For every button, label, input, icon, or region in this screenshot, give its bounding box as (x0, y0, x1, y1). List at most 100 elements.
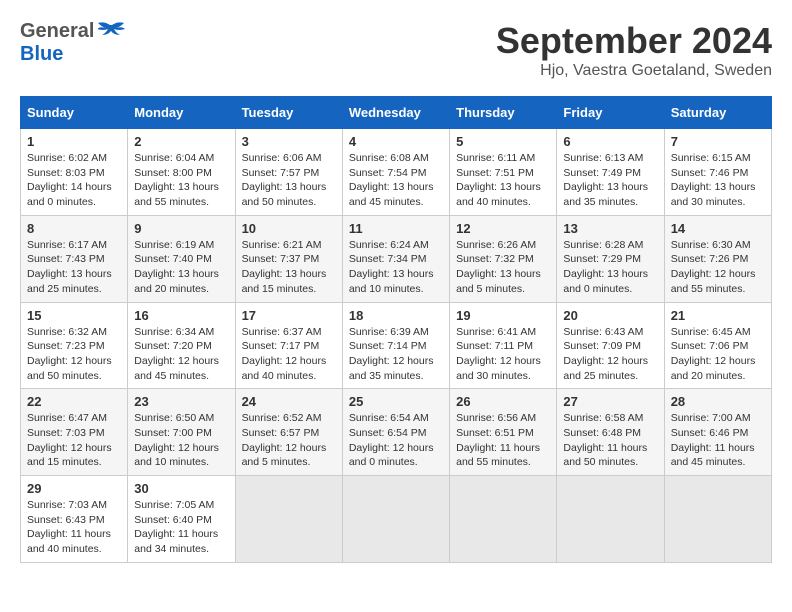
day-info: Sunrise: 6:32 AMSunset: 7:23 PMDaylight:… (27, 325, 121, 384)
month-title: September 2024 (496, 20, 772, 62)
calendar-day-cell: 8 Sunrise: 6:17 AMSunset: 7:43 PMDaylight… (21, 215, 128, 302)
calendar-day-cell: 2 Sunrise: 6:04 AMSunset: 8:00 PMDaylight… (128, 129, 235, 216)
calendar-day-cell: 19 Sunrise: 6:41 AMSunset: 7:11 PMDayligh… (450, 302, 557, 389)
day-number: 17 (242, 308, 336, 323)
calendar-day-cell: 21 Sunrise: 6:45 AMSunset: 7:06 PMDayligh… (664, 302, 771, 389)
empty-cell (342, 476, 449, 563)
day-info: Sunrise: 6:30 AMSunset: 7:26 PMDaylight:… (671, 238, 765, 297)
day-info: Sunrise: 6:21 AMSunset: 7:37 PMDaylight:… (242, 238, 336, 297)
day-info: Sunrise: 7:03 AMSunset: 6:43 PMDaylight:… (27, 498, 121, 557)
calendar-day-cell: 5 Sunrise: 6:11 AMSunset: 7:51 PMDaylight… (450, 129, 557, 216)
day-number: 27 (563, 394, 657, 409)
day-number: 12 (456, 221, 550, 236)
day-info: Sunrise: 7:00 AMSunset: 6:46 PMDaylight:… (671, 411, 765, 470)
calendar-day-cell: 13 Sunrise: 6:28 AMSunset: 7:29 PMDayligh… (557, 215, 664, 302)
day-number: 4 (349, 134, 443, 149)
day-info: Sunrise: 6:13 AMSunset: 7:49 PMDaylight:… (563, 151, 657, 210)
calendar-table: SundayMondayTuesdayWednesdayThursdayFrid… (20, 96, 772, 563)
day-number: 14 (671, 221, 765, 236)
weekday-header-tuesday: Tuesday (235, 97, 342, 129)
calendar-day-cell: 11Sunrise: 6:24 AMSunset: 7:34 PMDayligh… (342, 215, 449, 302)
calendar-day-cell: 18 Sunrise: 6:39 AMSunset: 7:14 PMDayligh… (342, 302, 449, 389)
day-number: 28 (671, 394, 765, 409)
calendar-day-cell: 26 Sunrise: 6:56 AMSunset: 6:51 PMDayligh… (450, 389, 557, 476)
calendar-day-cell: 20 Sunrise: 6:43 AMSunset: 7:09 PMDayligh… (557, 302, 664, 389)
calendar-week-row: 8 Sunrise: 6:17 AMSunset: 7:43 PMDaylight… (21, 215, 772, 302)
day-info: Sunrise: 6:08 AMSunset: 7:54 PMDaylight:… (349, 151, 443, 210)
weekday-header-monday: Monday (128, 97, 235, 129)
day-number: 3 (242, 134, 336, 149)
day-number: 20 (563, 308, 657, 323)
location-subtitle: Hjo, Vaestra Goetaland, Sweden (496, 62, 772, 80)
calendar-day-cell: 28 Sunrise: 7:00 AMSunset: 6:46 PMDayligh… (664, 389, 771, 476)
calendar-day-cell: 25 Sunrise: 6:54 AMSunset: 6:54 PMDayligh… (342, 389, 449, 476)
day-number: 26 (456, 394, 550, 409)
day-info: Sunrise: 6:39 AMSunset: 7:14 PMDaylight:… (349, 325, 443, 384)
calendar-week-row: 15Sunrise: 6:32 AMSunset: 7:23 PMDayligh… (21, 302, 772, 389)
day-number: 18 (349, 308, 443, 323)
calendar-day-cell: 24 Sunrise: 6:52 AMSunset: 6:57 PMDayligh… (235, 389, 342, 476)
day-number: 6 (563, 134, 657, 149)
calendar-day-cell: 30 Sunrise: 7:05 AMSunset: 6:40 PMDayligh… (128, 476, 235, 563)
day-number: 10 (242, 221, 336, 236)
calendar-week-row: 29Sunrise: 7:03 AMSunset: 6:43 PMDayligh… (21, 476, 772, 563)
day-info: Sunrise: 6:47 AMSunset: 7:03 PMDaylight:… (27, 411, 121, 470)
day-info: Sunrise: 6:26 AMSunset: 7:32 PMDaylight:… (456, 238, 550, 297)
logo: General Blue (20, 20, 126, 66)
calendar-day-cell: 12 Sunrise: 6:26 AMSunset: 7:32 PMDayligh… (450, 215, 557, 302)
empty-cell (235, 476, 342, 563)
day-info: Sunrise: 6:54 AMSunset: 6:54 PMDaylight:… (349, 411, 443, 470)
day-number: 23 (134, 394, 228, 409)
calendar-day-cell: 16Sunrise: 6:34 AMSunset: 7:20 PMDayligh… (128, 302, 235, 389)
weekday-header-friday: Friday (557, 97, 664, 129)
day-number: 2 (134, 134, 228, 149)
weekday-header-thursday: Thursday (450, 97, 557, 129)
day-info: Sunrise: 6:28 AMSunset: 7:29 PMDaylight:… (563, 238, 657, 297)
calendar-day-cell: 22Sunrise: 6:47 AMSunset: 7:03 PMDayligh… (21, 389, 128, 476)
day-info: Sunrise: 6:52 AMSunset: 6:57 PMDaylight:… (242, 411, 336, 470)
calendar-day-cell: 6 Sunrise: 6:13 AMSunset: 7:49 PMDaylight… (557, 129, 664, 216)
day-number: 5 (456, 134, 550, 149)
day-number: 11 (349, 221, 443, 236)
day-number: 30 (134, 481, 228, 496)
day-info: Sunrise: 6:06 AMSunset: 7:57 PMDaylight:… (242, 151, 336, 210)
day-number: 13 (563, 221, 657, 236)
day-number: 25 (349, 394, 443, 409)
day-info: Sunrise: 6:45 AMSunset: 7:06 PMDaylight:… (671, 325, 765, 384)
calendar-week-row: 22Sunrise: 6:47 AMSunset: 7:03 PMDayligh… (21, 389, 772, 476)
day-info: Sunrise: 6:15 AMSunset: 7:46 PMDaylight:… (671, 151, 765, 210)
day-info: Sunrise: 6:04 AMSunset: 8:00 PMDaylight:… (134, 151, 228, 210)
day-number: 16 (134, 308, 228, 323)
calendar-header-row: SundayMondayTuesdayWednesdayThursdayFrid… (21, 97, 772, 129)
calendar-day-cell: 27 Sunrise: 6:58 AMSunset: 6:48 PMDayligh… (557, 389, 664, 476)
day-number: 9 (134, 221, 228, 236)
empty-cell (664, 476, 771, 563)
logo-bird-icon (98, 21, 126, 43)
weekday-header-sunday: Sunday (21, 97, 128, 129)
day-number: 19 (456, 308, 550, 323)
day-info: Sunrise: 6:58 AMSunset: 6:48 PMDaylight:… (563, 411, 657, 470)
empty-cell (450, 476, 557, 563)
calendar-day-cell: 17 Sunrise: 6:37 AMSunset: 7:17 PMDayligh… (235, 302, 342, 389)
day-number: 24 (242, 394, 336, 409)
day-info: Sunrise: 6:43 AMSunset: 7:09 PMDaylight:… (563, 325, 657, 384)
day-info: Sunrise: 6:19 AMSunset: 7:40 PMDaylight:… (134, 238, 228, 297)
calendar-day-cell: 14 Sunrise: 6:30 AMSunset: 7:26 PMDayligh… (664, 215, 771, 302)
day-number: 1 (27, 134, 121, 149)
day-info: Sunrise: 7:05 AMSunset: 6:40 PMDaylight:… (134, 498, 228, 557)
day-number: 7 (671, 134, 765, 149)
day-number: 8 (27, 221, 121, 236)
page-header: General Blue September 2024 Hjo, Vaestra… (20, 20, 772, 80)
day-info: Sunrise: 6:37 AMSunset: 7:17 PMDaylight:… (242, 325, 336, 384)
day-info: Sunrise: 6:56 AMSunset: 6:51 PMDaylight:… (456, 411, 550, 470)
day-info: Sunrise: 6:17 AMSunset: 7:43 PMDaylight:… (27, 238, 121, 297)
day-number: 21 (671, 308, 765, 323)
calendar-day-cell: 4 Sunrise: 6:08 AMSunset: 7:54 PMDaylight… (342, 129, 449, 216)
day-info: Sunrise: 6:11 AMSunset: 7:51 PMDaylight:… (456, 151, 550, 210)
day-info: Sunrise: 6:41 AMSunset: 7:11 PMDaylight:… (456, 325, 550, 384)
calendar-day-cell: 1Sunrise: 6:02 AMSunset: 8:03 PMDaylight… (21, 129, 128, 216)
empty-cell (557, 476, 664, 563)
title-area: September 2024 Hjo, Vaestra Goetaland, S… (496, 20, 772, 80)
day-info: Sunrise: 6:50 AMSunset: 7:00 PMDaylight:… (134, 411, 228, 470)
calendar-day-cell: 7 Sunrise: 6:15 AMSunset: 7:46 PMDaylight… (664, 129, 771, 216)
